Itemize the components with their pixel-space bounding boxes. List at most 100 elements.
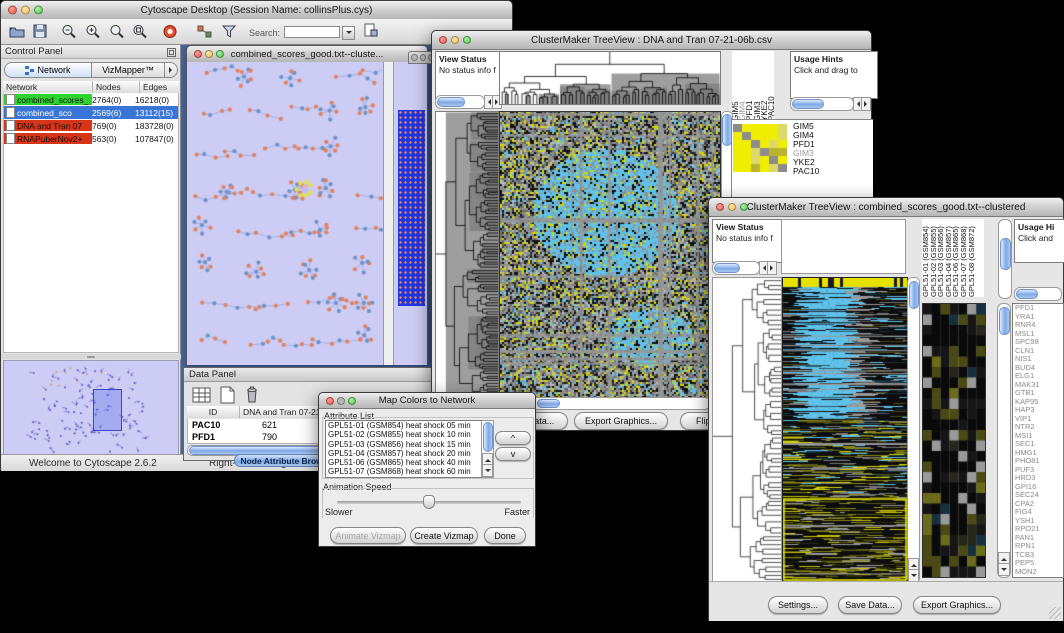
- panel-splitter[interactable]: [1, 354, 181, 359]
- tv2-global-vscroll-thumb[interactable]: [909, 281, 919, 309]
- network-graph-canvas[interactable]: [187, 62, 383, 365]
- tv2-scroll-right-button[interactable]: [767, 261, 777, 275]
- tv1-row-dendrogram[interactable]: [435, 111, 499, 399]
- treeview1-titlebar[interactable]: ClusterMaker TreeView : DNA and Tran 07-…: [432, 31, 871, 50]
- tv1-status-hscroll[interactable]: [435, 95, 485, 109]
- tv1-status-hscroll-thumb[interactable]: [437, 97, 465, 107]
- float-panel-icon[interactable]: [167, 48, 176, 57]
- zoom-selected-icon[interactable]: [132, 24, 148, 39]
- treeview2-titlebar[interactable]: ClusterMaker TreeView : combined_scores_…: [709, 198, 1063, 217]
- filter-icon[interactable]: [221, 24, 237, 39]
- col-nodes[interactable]: Nodes: [93, 81, 140, 93]
- frame-close-button[interactable]: [194, 50, 202, 58]
- tv1-bottom-hscroll-thumb[interactable]: [537, 399, 560, 408]
- attribute-list-item[interactable]: GPL51-01 (GSM854) heat shock 05 min: [326, 421, 482, 430]
- zoom-button[interactable]: [34, 6, 43, 15]
- attribute-list-vscroll[interactable]: [481, 420, 494, 478]
- network-canvas-area[interactable]: [187, 62, 427, 365]
- tv1-column-label[interactable]: GIM3: [754, 51, 760, 121]
- tv1-correlation-matrix[interactable]: [733, 124, 787, 172]
- inactive-close-button[interactable]: [411, 54, 418, 61]
- speed-slider-thumb[interactable]: [423, 495, 435, 509]
- new-attribute-icon[interactable]: [217, 386, 237, 404]
- tv1-hints-hscroll[interactable]: [790, 97, 854, 111]
- attribute-list-item[interactable]: GPL51-02 (GSM855) heat shock 10 min: [326, 430, 482, 439]
- tv1-column-label[interactable]: YKE2: [761, 51, 767, 121]
- tv2-gene-list[interactable]: PFD1YRA1RNR4MSL1SPC98CLN1NIS1BUD4ELG1MAK…: [1012, 303, 1064, 578]
- save-icon[interactable]: [32, 24, 48, 39]
- main-titlebar[interactable]: Cytoscape Desktop (Session Name: collins…: [1, 1, 512, 20]
- tv2-status-hscroll[interactable]: [712, 261, 760, 275]
- tv2-row-dendrogram[interactable]: [712, 277, 782, 583]
- close-button[interactable]: [716, 203, 724, 211]
- tv2-column-label[interactable]: GPL51-07 (GSM868): [960, 219, 968, 297]
- annotation-icon[interactable]: [363, 23, 379, 38]
- attribute-list-item[interactable]: GPL51-03 (GSM856) heat shock 15 min: [326, 440, 482, 449]
- tv2-zoom-vscroll[interactable]: [997, 303, 1011, 578]
- attribute-list-item[interactable]: GPL51-07 (GSM868) heat shock 60 min: [326, 467, 482, 476]
- tv2-global-vscroll[interactable]: [907, 277, 920, 583]
- tv1-column-label[interactable]: GIM4: [739, 51, 745, 121]
- treeview1-controls[interactable]: [439, 36, 471, 44]
- move-down-button[interactable]: v: [495, 447, 531, 461]
- create-vizmap-button[interactable]: Create Vizmap: [410, 527, 478, 544]
- tv2-hints-hscroll[interactable]: [1014, 287, 1062, 301]
- data-col-id[interactable]: ID: [187, 406, 240, 418]
- tv2-column-label[interactable]: GPL51-03 (GSM856): [937, 219, 945, 297]
- tv1-hints-right-button[interactable]: [861, 97, 871, 111]
- move-up-button[interactable]: ^: [495, 431, 531, 445]
- attribute-list-item[interactable]: GPL51-06 (GSM865) heat shock 40 min: [326, 458, 482, 467]
- zoom-button[interactable]: [348, 397, 356, 405]
- close-button[interactable]: [326, 397, 334, 405]
- zoom-button[interactable]: [463, 36, 471, 44]
- tv1-column-label[interactable]: PFD1: [746, 51, 752, 121]
- network-modify-icon[interactable]: [197, 24, 213, 39]
- tv1-gene-labels[interactable]: GIM5GIM4PFD1GIM3YKE2PAC10: [793, 122, 819, 176]
- tv1-hints-hscroll-thumb[interactable]: [792, 99, 824, 109]
- network-table-row[interactable]: combined_sco 2569(6) 13112(15): [4, 106, 178, 119]
- network-table-row[interactable]: DNA and Tran 07 769(0) 183728(0): [4, 119, 178, 132]
- dialog-controls[interactable]: [326, 397, 356, 405]
- minimize-button[interactable]: [21, 6, 30, 15]
- frame-minimize-button[interactable]: [205, 50, 213, 58]
- tv2-column-labels[interactable]: GPL51-01 (GSM854)GPL51-02 (GSM855)GPL51-…: [922, 219, 984, 297]
- tv2-status-hscroll-thumb[interactable]: [714, 263, 740, 273]
- minimize-button[interactable]: [337, 397, 345, 405]
- network-canvas-right[interactable]: [394, 62, 427, 365]
- tv1-column-labels[interactable]: GIM5GIM4PFD1GIM3YKE2PAC10: [732, 51, 774, 121]
- tv1-export-graphics-button[interactable]: Export Graphics...: [574, 412, 668, 430]
- network-vertical-scrollbar[interactable]: [383, 62, 394, 365]
- search-input[interactable]: [284, 26, 340, 38]
- col-network[interactable]: Network: [3, 81, 93, 93]
- tab-overflow-button[interactable]: [165, 62, 178, 78]
- tv2-column-label[interactable]: GPL51-08 (GSM872): [968, 219, 976, 297]
- treeview2-controls[interactable]: [716, 203, 748, 211]
- inactive-minimize-button[interactable]: [420, 54, 427, 61]
- col-edges[interactable]: Edges: [140, 81, 179, 93]
- tv2-labels-vscroll[interactable]: [998, 219, 1012, 299]
- dense-cluster-block[interactable]: [398, 110, 425, 306]
- network-table-row[interactable]: RNAPuberNov2+ 563(0) 107847(0): [4, 132, 178, 145]
- tv2-save-data-button[interactable]: Save Data...: [838, 596, 902, 614]
- network-table-row[interactable]: combined_scores_ 2764(0) 16218(0): [4, 93, 178, 106]
- delete-attribute-icon[interactable]: [242, 385, 262, 404]
- tv2-zoom-scroll-down[interactable]: [998, 563, 1010, 576]
- resize-grip[interactable]: [1049, 607, 1061, 619]
- zoom-out-icon[interactable]: [61, 24, 77, 39]
- minimize-button[interactable]: [451, 36, 459, 44]
- close-button[interactable]: [8, 6, 17, 15]
- zoom-fit-icon[interactable]: [109, 24, 125, 39]
- tv2-labels-vscroll-thumb[interactable]: [1000, 238, 1011, 270]
- tv2-global-heatmap[interactable]: [782, 277, 908, 583]
- animate-vizmap-button[interactable]: Animate Vizmap: [330, 527, 406, 544]
- network-overview-thumbnail[interactable]: [3, 360, 179, 459]
- tv2-settings-button[interactable]: Settings...: [768, 596, 828, 614]
- frame-zoom-button[interactable]: [216, 50, 224, 58]
- tv1-column-label[interactable]: GIM5: [732, 51, 738, 121]
- attribute-table-icon[interactable]: [192, 386, 212, 404]
- tv2-zoomed-heatmap[interactable]: [922, 303, 986, 578]
- tab-network[interactable]: Network: [4, 62, 92, 78]
- tv1-column-dendrogram[interactable]: [499, 51, 721, 105]
- tv2-column-label[interactable]: GPL51-06 (GSM865): [952, 219, 960, 297]
- tv1-gene-label[interactable]: PAC10: [793, 167, 819, 176]
